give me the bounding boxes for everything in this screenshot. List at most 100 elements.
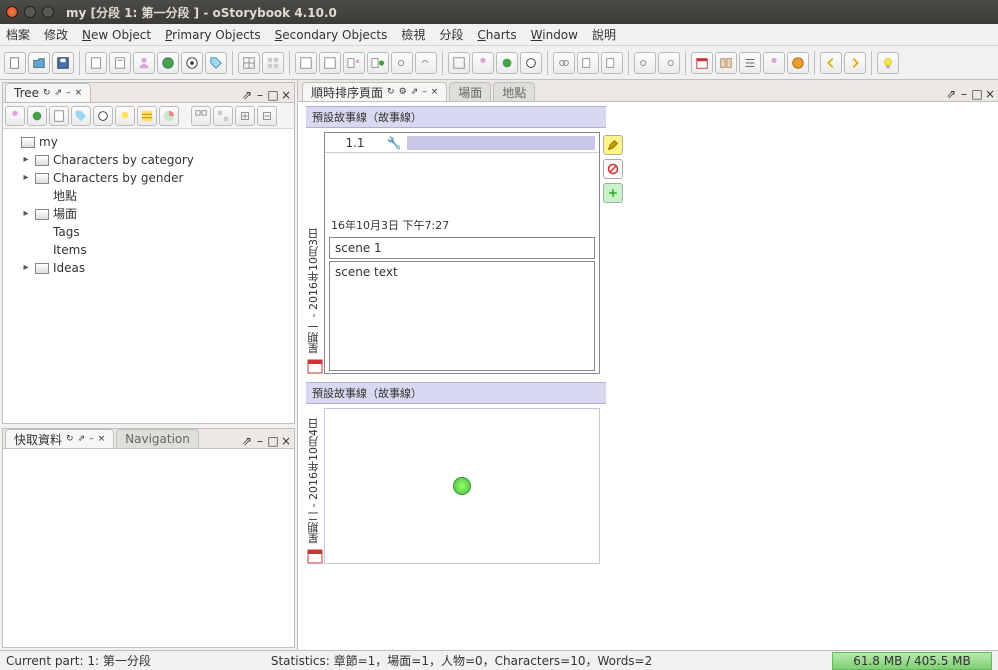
wrench-icon[interactable]: 🔧	[385, 136, 403, 150]
panel-min-icon[interactable]: –	[958, 87, 970, 101]
min-icon[interactable]: –	[66, 88, 71, 98]
ball-icon[interactable]	[181, 52, 203, 74]
calendar-icon[interactable]	[691, 52, 713, 74]
person2-icon[interactable]	[763, 52, 785, 74]
tree-minus-icon[interactable]	[257, 106, 277, 126]
tree-ball-icon[interactable]	[93, 106, 113, 126]
grid1-icon[interactable]	[238, 52, 260, 74]
panel-close-icon[interactable]: ×	[984, 87, 996, 101]
add-scene-button[interactable]	[603, 183, 623, 203]
locations-tab[interactable]: 地點	[493, 82, 535, 101]
panel-max-icon[interactable]: □	[267, 88, 279, 102]
tree-stripes-icon[interactable]	[137, 106, 157, 126]
tree-tag-icon[interactable]	[71, 106, 91, 126]
navigation-tab[interactable]: Navigation	[116, 429, 199, 448]
lines-icon[interactable]	[739, 52, 761, 74]
menu-edit[interactable]: 修改	[44, 26, 68, 43]
tree-root[interactable]: my	[7, 133, 290, 151]
scene-text-field[interactable]: scene text	[329, 261, 595, 371]
pin-icon[interactable]: ⇗	[78, 434, 86, 444]
panel-close-icon[interactable]: ×	[280, 434, 292, 448]
tree-expand-icon[interactable]	[191, 106, 211, 126]
globe-icon[interactable]	[157, 52, 179, 74]
tree-item[interactable]: 地點	[7, 187, 290, 205]
panel-pin-icon[interactable]: ⇗	[241, 88, 253, 102]
grid2-icon[interactable]	[262, 52, 284, 74]
scenes-tab[interactable]: 場面	[449, 82, 491, 101]
menu-view[interactable]: 檢視	[401, 26, 425, 43]
view-grid-icon[interactable]	[448, 52, 470, 74]
options-icon[interactable]: ⚙	[399, 87, 407, 97]
menu-primary-objects[interactable]: Primary Objects	[165, 28, 261, 42]
chrono-tab[interactable]: 順時排序頁面 ↻ ⚙ ⇗ – ×	[302, 82, 447, 101]
min-icon[interactable]: –	[422, 87, 427, 97]
refresh-icon[interactable]: ↻	[387, 87, 395, 97]
tree-item[interactable]: ▸Characters by gender	[7, 169, 290, 187]
window-minimize-button[interactable]	[24, 6, 36, 18]
quick-tab[interactable]: 快取資料 ↻ ⇗ – ×	[5, 429, 114, 448]
tree-item[interactable]: ▸Characters by category	[7, 151, 290, 169]
refresh-icon[interactable]: ↻	[66, 434, 74, 444]
panel-pin-icon[interactable]: ⇗	[945, 87, 957, 101]
delete-scene-button[interactable]	[603, 159, 623, 179]
tree-pie-icon[interactable]	[159, 106, 179, 126]
list-ball-icon[interactable]	[577, 52, 599, 74]
tree-item[interactable]: ▸Ideas	[7, 259, 290, 277]
close-icon[interactable]: ×	[98, 434, 106, 444]
min-icon[interactable]: –	[89, 434, 94, 444]
tree-plus-icon[interactable]	[235, 106, 255, 126]
table-doc-icon[interactable]	[295, 52, 317, 74]
tree-body[interactable]: my ▸Characters by category ▸Characters b…	[3, 129, 294, 423]
tree-globe-icon[interactable]	[27, 106, 47, 126]
menu-window[interactable]: Window	[531, 28, 578, 42]
pin-icon[interactable]: ⇗	[411, 87, 419, 97]
doc1-icon[interactable]	[85, 52, 107, 74]
menu-charts[interactable]: Charts	[477, 28, 516, 42]
table-person-icon[interactable]	[343, 52, 365, 74]
link-icon[interactable]	[391, 52, 413, 74]
table-globe-icon[interactable]	[367, 52, 389, 74]
tag-icon[interactable]	[205, 52, 227, 74]
list-tag-icon[interactable]	[601, 52, 623, 74]
panel-min-icon[interactable]: –	[254, 434, 266, 448]
table-doc2-icon[interactable]	[319, 52, 341, 74]
view-ball-icon[interactable]	[520, 52, 542, 74]
panel-min-icon[interactable]: –	[254, 88, 266, 102]
tree-tab[interactable]: Tree ↻ ⇗ – ×	[5, 83, 91, 102]
view-globe-icon[interactable]	[496, 52, 518, 74]
close-icon[interactable]: ×	[431, 87, 439, 97]
tree-bulb-icon[interactable]	[115, 106, 135, 126]
add-icon[interactable]	[453, 477, 471, 495]
link5-icon[interactable]	[658, 52, 680, 74]
forward-icon[interactable]	[844, 52, 866, 74]
edit-scene-button[interactable]	[603, 135, 623, 155]
panel-max-icon[interactable]: □	[267, 434, 279, 448]
tree-item[interactable]: Items	[7, 241, 290, 259]
refresh-icon[interactable]: ↻	[43, 88, 51, 98]
menu-new-object[interactable]: New Object	[82, 28, 151, 42]
menu-help[interactable]: 說明	[592, 26, 616, 43]
panel-pin-icon[interactable]: ⇗	[241, 434, 253, 448]
window-maximize-button[interactable]	[42, 6, 54, 18]
link4-icon[interactable]	[634, 52, 656, 74]
doc2-icon[interactable]	[109, 52, 131, 74]
panel-close-icon[interactable]: ×	[280, 88, 292, 102]
panel-max-icon[interactable]: □	[971, 87, 983, 101]
menu-parts[interactable]: 分段	[439, 26, 463, 43]
link2-icon[interactable]	[415, 52, 437, 74]
tree-item[interactable]: Tags	[7, 223, 290, 241]
bulb-icon[interactable]	[877, 52, 899, 74]
tree-person-icon[interactable]	[5, 106, 25, 126]
save-icon[interactable]	[52, 52, 74, 74]
menu-file[interactable]: 档案	[6, 26, 30, 43]
tree-doc-icon[interactable]	[49, 106, 69, 126]
scene-title-field[interactable]: scene 1	[329, 237, 595, 259]
menu-secondary-objects[interactable]: Secondary Objects	[275, 28, 388, 42]
pin-icon[interactable]: ⇗	[55, 88, 63, 98]
view-person-icon[interactable]	[472, 52, 494, 74]
empty-scene-slot[interactable]	[324, 408, 600, 564]
book-icon[interactable]	[715, 52, 737, 74]
link3-icon[interactable]	[553, 52, 575, 74]
new-file-icon[interactable]	[4, 52, 26, 74]
scene-card[interactable]: 1.1 🔧 16年10月3日 下午7:27 scene 1 scene text	[324, 132, 600, 374]
